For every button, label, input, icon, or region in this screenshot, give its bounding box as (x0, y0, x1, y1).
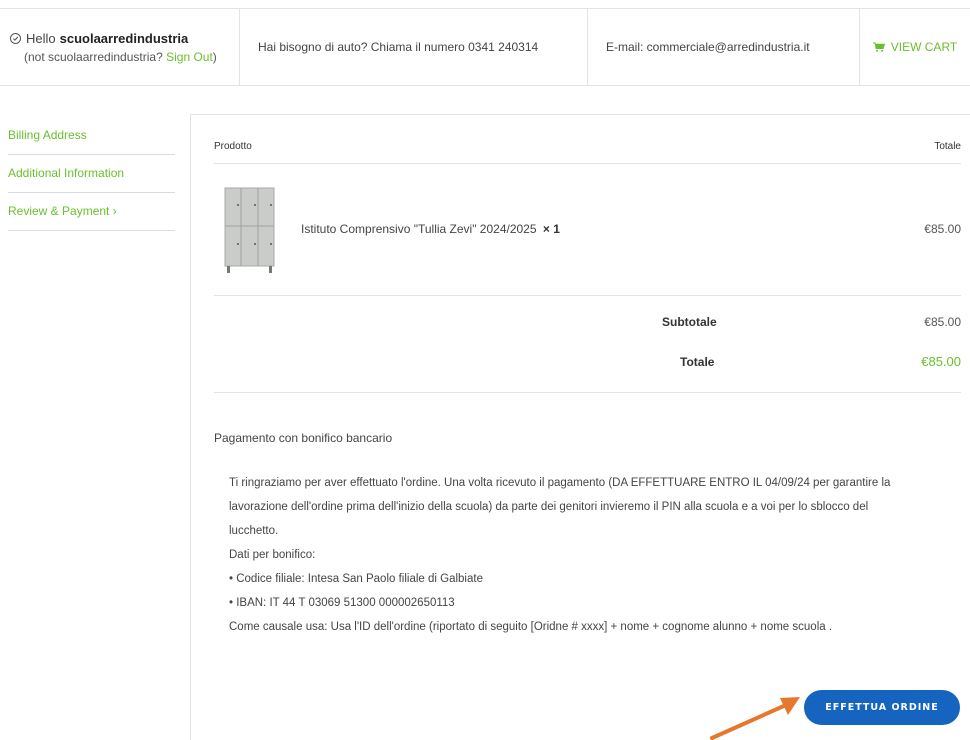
email-info: E-mail: commerciale@arredindustria.it (588, 9, 860, 85)
payment-line: Ti ringraziamo per aver effettuato l'ord… (229, 477, 891, 489)
order-item-row: Istituto Comprensivo "Tullia Zevi" 2024/… (214, 175, 961, 296)
payment-line: Come causale usa: Usa l'ID dell'ordine (… (229, 621, 833, 633)
annotation-arrow-icon (710, 697, 800, 740)
subtotal-value: €85.00 (924, 315, 961, 329)
product-name: Istituto Comprensivo "Tullia Zevi" 2024/… (301, 222, 537, 236)
username: scuolaarredindustria (59, 30, 189, 46)
column-product: Prodotto (214, 141, 252, 152)
sidebar-item-review-payment[interactable]: Review & Payment › (8, 193, 175, 231)
total-value: €85.00 (921, 354, 961, 369)
total-label: Totale (680, 355, 715, 369)
payment-line: • Codice filiale: Intesa San Paolo filia… (229, 573, 483, 585)
greeting-text: Hello (26, 30, 56, 46)
payment-instructions: Ti ringraziamo per aver effettuato l'ord… (229, 471, 929, 639)
top-bar: Hello scuolaarredindustria (not scuolaar… (0, 8, 970, 86)
sign-out-link[interactable]: Sign Out (166, 50, 213, 64)
product-price: €85.00 (924, 222, 961, 236)
payment-line: lucchetto. (229, 525, 279, 537)
phone-info: Hai bisogno di auto? Chiama il numero 03… (240, 9, 588, 85)
view-cart-label: VIEW CART (890, 40, 958, 54)
order-table-header: Prodotto Totale (214, 141, 961, 164)
not-user-suffix: ) (212, 49, 217, 64)
payment-method-title: Pagamento con bonifico bancario (214, 431, 393, 445)
column-total: Totale (934, 141, 961, 152)
payment-line: Dati per bonifico: (229, 549, 316, 561)
order-review-panel: Prodotto Totale Istituto Comprensivo "Tu… (190, 114, 970, 740)
view-cart-link[interactable]: VIEW CART (860, 9, 970, 85)
user-greeting: Hello scuolaarredindustria (not scuolaar… (0, 9, 240, 85)
total-row: Totale €85.00 (214, 354, 961, 393)
not-user-text: (not scuolaarredindustria? (24, 49, 163, 64)
payment-line: • IBAN: IT 44 T 03069 51300 000002650113 (229, 597, 455, 609)
sidebar-item-additional-information[interactable]: Additional Information (8, 155, 175, 193)
checkout-steps: Billing Address Additional Information R… (8, 116, 175, 231)
payment-line: lavorazione dell'ordine prima dell'inizi… (229, 501, 869, 513)
place-order-button[interactable]: EFFETTUA ORDINE (804, 690, 960, 725)
sidebar-item-billing-address[interactable]: Billing Address (8, 116, 175, 155)
cart-icon (872, 42, 885, 52)
check-circle-icon (10, 32, 21, 44)
subtotal-label: Subtotale (662, 315, 717, 329)
locker-product-image (224, 187, 275, 273)
product-quantity: × 1 (542, 222, 560, 236)
